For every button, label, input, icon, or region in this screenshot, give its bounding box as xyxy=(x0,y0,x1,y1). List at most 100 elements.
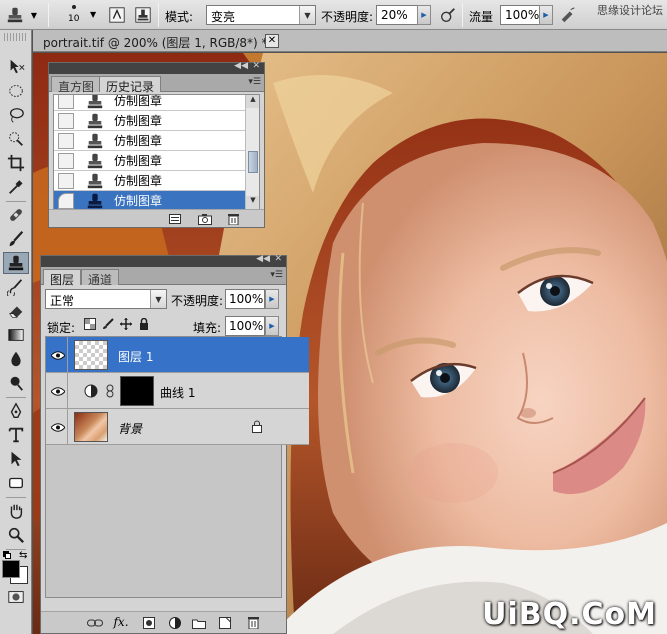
collapse-icon[interactable]: ◀◀ xyxy=(256,254,270,264)
history-item-label: 仿制图章 xyxy=(114,154,163,168)
quick-mask-icon[interactable] xyxy=(3,586,29,608)
brush-panel-icon[interactable] xyxy=(106,4,128,26)
history-item-label: 仿制图章 xyxy=(114,194,163,208)
history-snapshot-checkbox[interactable] xyxy=(58,152,74,169)
history-brush-icon[interactable] xyxy=(3,276,29,298)
fx-icon[interactable]: fx. xyxy=(113,615,129,629)
brush-icon[interactable] xyxy=(3,228,29,250)
layer-row-curves-1[interactable]: 曲线 1 xyxy=(46,373,309,409)
history-item[interactable]: 仿制图章 xyxy=(54,94,259,111)
tool-preset-dropdown[interactable]: ▼ xyxy=(28,4,40,26)
gradient-icon[interactable] xyxy=(3,324,29,346)
clone-stamp-icon xyxy=(87,95,103,108)
layer-row-background[interactable]: 背景 xyxy=(46,409,309,445)
flow-input[interactable]: 100% xyxy=(500,5,540,25)
adjustment-layer-icon[interactable] xyxy=(167,616,183,630)
eyedropper-icon[interactable] xyxy=(3,176,29,198)
lock-all-icon[interactable] xyxy=(137,317,151,331)
add-mask-icon[interactable] xyxy=(141,616,157,630)
panel-titlebar[interactable]: ◀◀ ✕ xyxy=(49,61,264,74)
tab-history[interactable]: 历史记录 xyxy=(99,76,162,94)
opacity-slider-button[interactable]: ▶ xyxy=(417,5,431,25)
close-icon[interactable]: ✕ xyxy=(274,254,282,264)
toolbox-grip[interactable] xyxy=(4,33,28,41)
move-icon[interactable] xyxy=(3,56,29,78)
lock-position-icon[interactable] xyxy=(119,317,133,331)
lasso-icon[interactable] xyxy=(3,104,29,126)
clone-stamp-icon[interactable] xyxy=(3,252,29,274)
scroll-up-icon[interactable]: ▲ xyxy=(246,95,259,108)
brush-preset-picker[interactable]: 10 ▼ xyxy=(60,3,96,27)
layer-opacity-input[interactable]: 100% xyxy=(225,289,265,309)
shape-icon[interactable] xyxy=(3,472,29,494)
clone-source-icon[interactable] xyxy=(132,4,154,26)
lock-pixels-icon[interactable] xyxy=(101,317,115,331)
panel-titlebar[interactable]: ◀◀ ✕ xyxy=(41,254,286,267)
new-layer-icon[interactable] xyxy=(217,616,233,630)
ellipse-marquee-icon[interactable] xyxy=(3,80,29,102)
history-scrollbar[interactable]: ▲ ▼ xyxy=(245,95,259,209)
healing-brush-icon[interactable] xyxy=(3,204,29,226)
default-colors-icon[interactable] xyxy=(3,551,11,559)
camera-icon[interactable] xyxy=(197,212,213,226)
history-snapshot-checkbox[interactable] xyxy=(58,95,74,109)
history-snapshot-checkbox[interactable] xyxy=(58,132,74,149)
close-icon[interactable]: ✕ xyxy=(252,61,260,71)
close-icon[interactable]: ✕ xyxy=(265,34,279,48)
eye-icon[interactable] xyxy=(48,373,68,409)
brush-size: 10 xyxy=(68,14,80,24)
collapse-icon[interactable]: ◀◀ xyxy=(234,61,248,71)
blur-icon[interactable] xyxy=(3,348,29,370)
airbrush-icon[interactable] xyxy=(557,4,579,26)
opacity-input[interactable]: 20% xyxy=(376,5,418,25)
path-select-icon[interactable] xyxy=(3,448,29,470)
tab-histogram[interactable]: 直方图 xyxy=(51,76,102,94)
layer-opacity-slider-button[interactable]: ▶ xyxy=(265,289,279,309)
pen-icon[interactable] xyxy=(3,400,29,422)
mode-select[interactable]: 变亮 ▼ xyxy=(206,5,316,25)
swap-colors-icon[interactable]: ⇆ xyxy=(19,550,27,561)
hand-icon[interactable] xyxy=(3,500,29,522)
adjustment-layer-icon xyxy=(84,384,98,401)
fill-input[interactable]: 100% xyxy=(225,316,265,336)
trash-icon[interactable] xyxy=(245,615,261,629)
link-layers-icon[interactable] xyxy=(87,616,103,630)
fill-slider-button[interactable]: ▶ xyxy=(265,316,279,336)
type-icon[interactable] xyxy=(3,424,29,446)
history-item-label: 仿制图章 xyxy=(114,94,163,108)
document-tab[interactable]: portrait.tif @ 200% (图层 1, RGB/8*) * ✕ xyxy=(33,30,667,52)
tab-channels[interactable]: 通道 xyxy=(81,269,120,287)
history-item-selected[interactable]: 仿制图章 xyxy=(54,191,259,209)
trash-icon[interactable] xyxy=(225,212,241,226)
panel-menu-icon[interactable]: ▾☰ xyxy=(248,77,261,87)
new-group-icon[interactable] xyxy=(191,616,207,630)
tab-layers[interactable]: 图层 xyxy=(43,269,82,287)
history-snapshot-checkbox[interactable] xyxy=(58,192,74,209)
new-document-from-state-icon[interactable] xyxy=(167,212,183,226)
eye-icon[interactable] xyxy=(48,337,68,373)
zoom-icon[interactable] xyxy=(3,524,29,546)
history-item[interactable]: 仿制图章 xyxy=(54,131,259,151)
history-snapshot-checkbox[interactable] xyxy=(58,112,74,129)
blend-mode-select[interactable]: 正常 ▼ xyxy=(45,289,167,309)
history-item[interactable]: 仿制图章 xyxy=(54,111,259,131)
scroll-thumb[interactable] xyxy=(248,151,258,173)
layer-row-layer-1[interactable]: 图层 1 xyxy=(46,337,309,373)
crop-icon[interactable] xyxy=(3,152,29,174)
panel-menu-icon[interactable]: ▾☰ xyxy=(270,270,283,280)
foreground-color-swatch[interactable] xyxy=(2,560,20,578)
dodge-icon[interactable] xyxy=(3,372,29,394)
history-item[interactable]: 仿制图章 xyxy=(54,171,259,191)
flow-slider-button[interactable]: ▶ xyxy=(539,5,553,25)
link-icon[interactable] xyxy=(106,384,114,401)
eraser-icon[interactable] xyxy=(3,300,29,322)
scroll-down-icon[interactable]: ▼ xyxy=(246,196,259,209)
flow-value: 100% xyxy=(505,8,540,22)
lock-transparency-icon[interactable] xyxy=(83,317,97,331)
history-snapshot-checkbox[interactable] xyxy=(58,172,74,189)
eye-icon[interactable] xyxy=(48,409,68,445)
pressure-opacity-icon[interactable] xyxy=(437,4,459,26)
clone-stamp-icon[interactable] xyxy=(4,4,26,26)
history-item[interactable]: 仿制图章 xyxy=(54,151,259,171)
quick-select-icon[interactable] xyxy=(3,128,29,150)
